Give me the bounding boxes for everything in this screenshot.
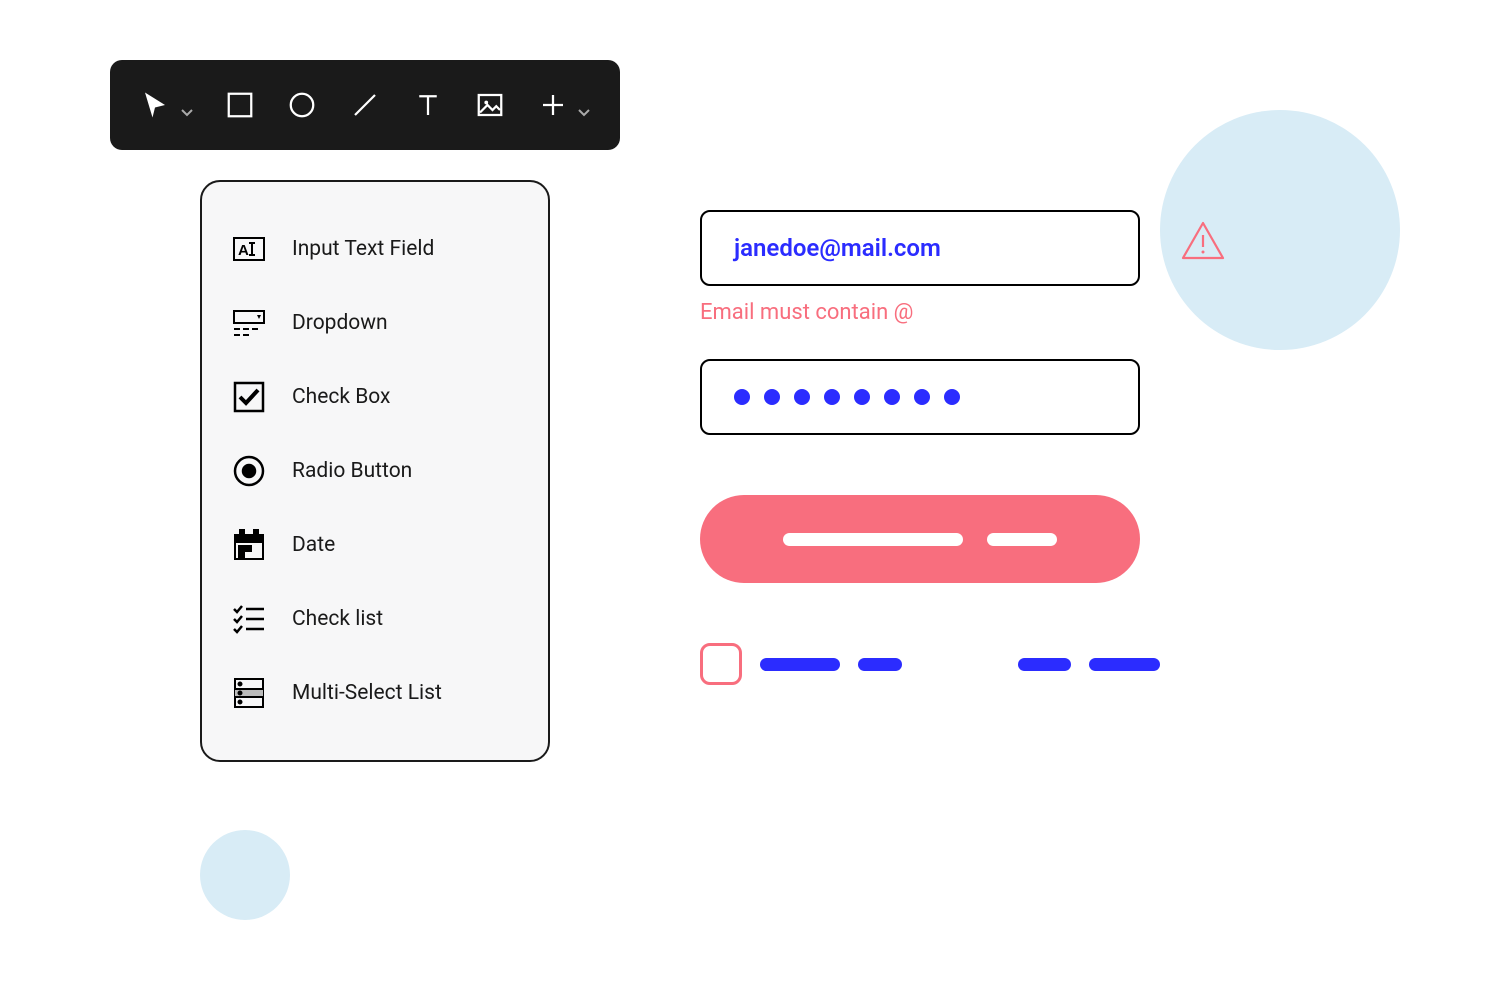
palette-item-label: Check list [292,607,383,631]
multiselect-icon [230,674,268,712]
checklist-icon [230,600,268,638]
palette-item-label: Input Text Field [292,237,434,261]
password-dot [914,389,930,405]
password-dot [854,389,870,405]
decor-circle-small [200,830,290,920]
image-tool-button[interactable] [475,85,506,125]
circle-tool-button[interactable] [287,85,318,125]
text-tool-button[interactable] [412,85,443,125]
warning-icon [1180,218,1226,268]
add-tool-caret-icon[interactable] [578,107,590,119]
date-icon [230,526,268,564]
placeholder-bar [760,658,840,671]
shape-toolbar [110,60,620,150]
component-palette: A Input Text Field Dropdown [200,180,550,762]
pointer-tool-caret-icon[interactable] [181,107,193,119]
primary-cta-button[interactable] [700,495,1140,583]
form-preview: janedoe@mail.com Email must contain @ [700,210,1180,685]
palette-item-label: Dropdown [292,311,388,335]
terms-checkbox[interactable] [700,643,742,685]
checkbox-row [700,643,1160,685]
cta-placeholder-bar [987,533,1057,546]
placeholder-bar [858,658,902,671]
pointer-tool-button[interactable] [140,85,171,125]
placeholder-bar [1089,658,1160,671]
checkbox-icon [230,378,268,416]
password-input[interactable] [700,359,1140,435]
palette-item-checkbox[interactable]: Check Box [230,360,520,434]
line-tool-button[interactable] [350,85,381,125]
email-value-text: janedoe@mail.com [734,234,941,262]
palette-item-label: Multi-Select List [292,681,442,705]
password-dot [944,389,960,405]
palette-item-date[interactable]: Date [230,508,520,582]
palette-item-input-text[interactable]: A Input Text Field [230,212,520,286]
palette-item-label: Radio Button [292,459,412,483]
radio-icon [230,452,268,490]
palette-item-multiselect[interactable]: Multi-Select List [230,656,520,730]
placeholder-bar [1018,658,1071,671]
cta-placeholder-bar [783,533,963,546]
email-error-text: Email must contain @ [700,300,1180,325]
palette-item-label: Check Box [292,385,390,409]
password-dot [764,389,780,405]
password-dot [824,389,840,405]
palette-item-label: Date [292,533,335,557]
svg-text:A: A [238,242,249,259]
password-dot [734,389,750,405]
email-input[interactable]: janedoe@mail.com [700,210,1140,286]
input-text-icon: A [230,230,268,268]
palette-item-dropdown[interactable]: Dropdown [230,286,520,360]
rectangle-tool-button[interactable] [225,85,256,125]
add-tool-button[interactable] [537,85,568,125]
dropdown-icon [230,304,268,342]
palette-item-radio[interactable]: Radio Button [230,434,520,508]
palette-item-checklist[interactable]: Check list [230,582,520,656]
password-dot [794,389,810,405]
password-dot [884,389,900,405]
